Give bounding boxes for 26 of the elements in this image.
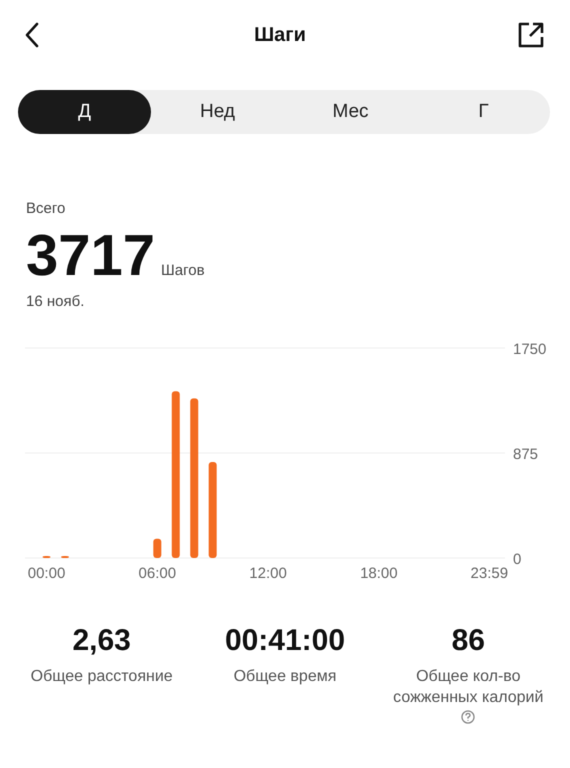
y-axis-label: 875 bbox=[513, 446, 538, 463]
share-icon[interactable] bbox=[518, 22, 544, 48]
period-tab[interactable]: Д bbox=[18, 90, 151, 134]
stat-label: Общее кол-во сожженных калорий bbox=[392, 667, 544, 708]
stat-value: 2,63 bbox=[72, 624, 131, 658]
x-axis-label: 12:00 bbox=[249, 565, 287, 582]
total-caption: Всего bbox=[26, 200, 66, 217]
stat-value: 00:41:00 bbox=[224, 624, 346, 658]
info-icon[interactable] bbox=[461, 710, 476, 724]
step-bar bbox=[153, 538, 162, 558]
y-axis-label: 1750 bbox=[513, 341, 546, 358]
period-tab[interactable]: Мес bbox=[284, 90, 417, 134]
x-axis-label: 06:00 bbox=[138, 565, 176, 582]
stat-label: Общее время bbox=[232, 667, 338, 687]
stat-value: 86 bbox=[452, 624, 485, 658]
period-tab[interactable]: Г bbox=[417, 90, 550, 134]
period-tab[interactable]: Нед bbox=[151, 90, 284, 134]
step-count: 3717 bbox=[26, 223, 156, 289]
x-axis-label: 00:00 bbox=[28, 565, 66, 582]
step-unit: Шагов bbox=[161, 262, 205, 279]
x-axis-label: 18:00 bbox=[360, 565, 398, 582]
x-axis-label: 23:59 bbox=[470, 565, 508, 582]
page-title: Шаги bbox=[254, 24, 306, 46]
date-label: 16 нояб. bbox=[26, 293, 86, 310]
stat-label: Общее расстояние bbox=[30, 667, 174, 687]
y-axis-label: 0 bbox=[513, 551, 522, 568]
